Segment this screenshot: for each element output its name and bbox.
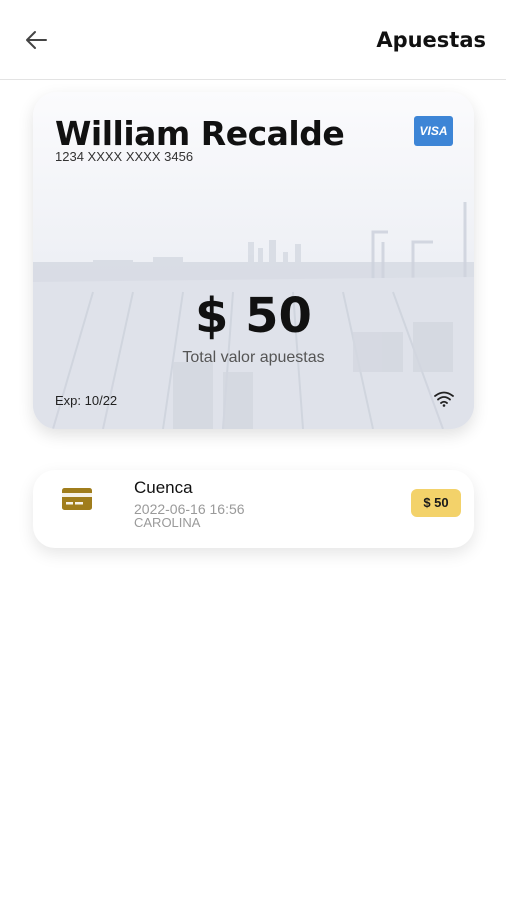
total-amount: $ 50: [195, 288, 312, 344]
bet-amount-badge: $ 50: [411, 489, 461, 517]
card-holder-name: William Recalde: [55, 114, 345, 153]
total-amount-label: Total valor apuestas: [182, 349, 325, 366]
credit-card-icon: [62, 488, 92, 510]
wifi-icon: [434, 391, 454, 407]
card-number: 1234 XXXX XXXX 3456: [55, 149, 194, 164]
app-bar: Apuestas: [0, 0, 506, 80]
card-expiry: Exp: 10/22: [55, 393, 118, 408]
page-title: Apuestas: [376, 28, 486, 52]
arrow-left-icon[interactable]: [22, 28, 50, 52]
bet-user: CAROLINA: [134, 515, 201, 530]
visa-logo: VISA: [414, 116, 453, 146]
credit-card: William Recalde 1234 XXXX XXXX 3456 VISA…: [33, 92, 474, 429]
list-item[interactable]: Cuenca 2022-06-16 16:56 CAROLINA $ 50: [33, 470, 474, 548]
bet-title: Cuenca: [134, 478, 193, 497]
